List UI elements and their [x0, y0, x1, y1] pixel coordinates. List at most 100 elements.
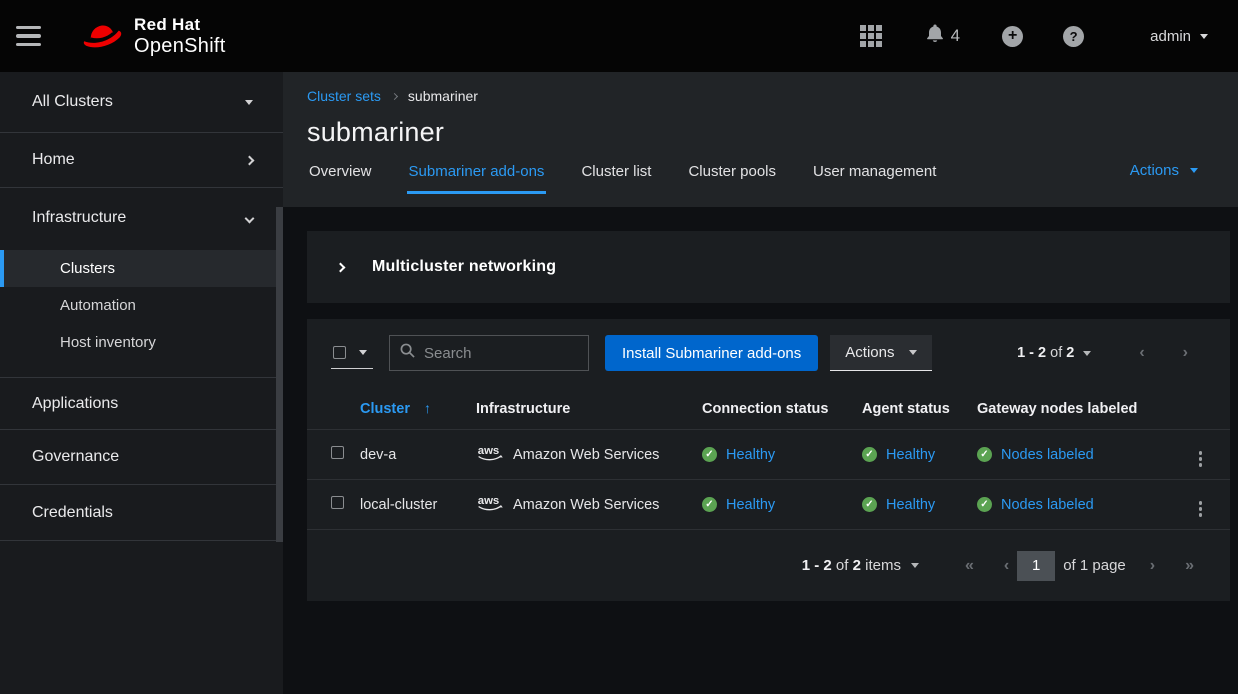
header-actions-cell [1168, 387, 1230, 430]
multicluster-networking-expandable[interactable]: Multicluster networking [307, 231, 1230, 303]
nav-toggle-hamburger-icon[interactable] [16, 16, 56, 56]
cluster-selector-dropdown[interactable]: All Clusters [0, 72, 283, 133]
table-header-row: Cluster↑ Infrastructure Connection statu… [307, 387, 1230, 430]
caret-down-icon [1190, 168, 1198, 173]
caret-down-icon [911, 563, 919, 568]
user-menu[interactable]: admin [1150, 28, 1208, 45]
table-row: local-cluster aws [307, 480, 1230, 530]
success-check-icon: ✓ [977, 447, 992, 462]
pagination-summary[interactable]: 1 - 2 of 2 [1017, 345, 1074, 361]
chevron-right-icon [336, 262, 346, 272]
page-title: submariner [307, 117, 1214, 148]
page-header: Cluster sets submariner submariner Overv… [283, 72, 1238, 207]
brand-line1: Red Hat [134, 15, 226, 35]
previous-page-chevron-icon[interactable]: ‹ [1139, 344, 1144, 362]
sidebar-item-label: Host inventory [60, 334, 156, 351]
row-checkbox[interactable] [331, 446, 344, 459]
tab-cluster-pools[interactable]: Cluster pools [686, 163, 778, 194]
gateway-nodes-link[interactable]: Nodes labeled [1001, 497, 1094, 513]
masthead: Red Hat OpenShift 4 + ? admin [0, 0, 1238, 72]
table-toolbar: Install Submariner add-ons Actions 1 - 2… [307, 335, 1230, 387]
sidebar-item-label: Governance [32, 448, 119, 466]
infrastructure-sub-list: Clusters Automation Host inventory [0, 248, 283, 378]
notifications-button[interactable]: 4 [926, 24, 960, 48]
page-number-input[interactable] [1017, 551, 1055, 581]
table-actions-dropdown[interactable]: Actions [830, 335, 932, 371]
pagination-items-summary[interactable]: 1 - 2 of 2 items [802, 557, 901, 574]
breadcrumb-separator-icon [392, 90, 397, 102]
sidebar-item-clusters[interactable]: Clusters [0, 250, 283, 287]
tab-submariner-add-ons[interactable]: Submariner add-ons [407, 163, 547, 194]
main-content: Cluster sets submariner submariner Overv… [283, 72, 1238, 694]
column-header-gateway-nodes[interactable]: Gateway nodes labeled [969, 387, 1168, 430]
chevron-down-icon [245, 213, 255, 223]
connection-status-link[interactable]: Healthy [726, 447, 775, 463]
aws-icon: aws [476, 493, 504, 517]
brand-line2: OpenShift [134, 35, 226, 58]
clusters-table: Cluster↑ Infrastructure Connection statu… [307, 387, 1230, 530]
column-header-connection-status[interactable]: Connection status [694, 387, 854, 430]
search-input[interactable] [424, 345, 578, 362]
search-icon [400, 343, 415, 363]
brand-logo[interactable]: Red Hat OpenShift [78, 15, 226, 58]
tab-overview[interactable]: Overview [307, 163, 374, 194]
create-plus-icon[interactable]: + [1002, 26, 1023, 47]
caret-down-icon [245, 100, 253, 105]
column-header-agent-status[interactable]: Agent status [854, 387, 969, 430]
app-launcher-icon[interactable] [860, 25, 882, 47]
gateway-nodes-link[interactable]: Nodes labeled [1001, 447, 1094, 463]
row-checkbox[interactable] [331, 496, 344, 509]
infrastructure-label: Amazon Web Services [513, 447, 659, 463]
column-header-infrastructure[interactable]: Infrastructure [468, 387, 694, 430]
sidebar-scrollbar-thumb[interactable] [276, 207, 283, 542]
last-page-icon[interactable]: » [1185, 557, 1194, 575]
header-checkbox-cell [307, 387, 352, 430]
first-page-icon[interactable]: « [965, 557, 974, 575]
sidebar-item-label: Automation [60, 297, 136, 314]
install-submariner-addons-button[interactable]: Install Submariner add-ons [605, 335, 818, 371]
connection-status-link[interactable]: Healthy [726, 497, 775, 513]
table-row: dev-a aws [307, 430, 1230, 480]
cluster-name-cell: dev-a [352, 430, 468, 480]
bulk-select-dropdown[interactable] [331, 338, 373, 369]
next-page-icon[interactable]: › [1150, 557, 1155, 575]
aws-icon: aws [476, 443, 504, 467]
user-name: admin [1150, 28, 1191, 45]
sidebar-item-applications[interactable]: Applications [0, 378, 283, 430]
sidebar-item-automation[interactable]: Automation [0, 287, 283, 324]
bell-icon [926, 24, 944, 48]
sidebar-item-credentials[interactable]: Credentials [0, 485, 283, 541]
cluster-name-cell: local-cluster [352, 480, 468, 530]
breadcrumb-link-cluster-sets[interactable]: Cluster sets [307, 88, 381, 104]
row-kebab-menu-icon[interactable] [1199, 501, 1203, 517]
sidebar-item-label: Clusters [60, 260, 115, 277]
bulk-select-checkbox[interactable] [333, 346, 346, 359]
svg-text:aws: aws [478, 444, 499, 456]
success-check-icon: ✓ [862, 497, 877, 512]
next-page-chevron-icon[interactable]: › [1183, 344, 1188, 362]
sidebar-item-host-inventory[interactable]: Host inventory [0, 324, 283, 361]
tab-user-management[interactable]: User management [811, 163, 938, 194]
page-actions-label: Actions [1130, 162, 1179, 179]
sidebar-item-label: Home [32, 151, 75, 169]
chevron-right-icon [245, 155, 255, 165]
tab-cluster-list[interactable]: Cluster list [579, 163, 653, 194]
caret-down-icon [909, 350, 917, 355]
previous-page-icon[interactable]: ‹ [1004, 557, 1009, 575]
content-area: Multicluster networking [283, 207, 1238, 694]
column-header-cluster[interactable]: Cluster↑ [352, 387, 468, 430]
search-box [389, 335, 589, 371]
sidebar-item-home[interactable]: Home [0, 133, 283, 188]
agent-status-link[interactable]: Healthy [886, 497, 935, 513]
sidebar: All Clusters Home Infrastructure Cluster… [0, 72, 283, 694]
breadcrumb-current: submariner [408, 88, 478, 104]
sidebar-item-governance[interactable]: Governance [0, 430, 283, 485]
cluster-selector-label: All Clusters [32, 93, 113, 111]
sidebar-item-infrastructure[interactable]: Infrastructure [0, 188, 283, 248]
success-check-icon: ✓ [702, 447, 717, 462]
help-question-icon[interactable]: ? [1063, 26, 1084, 47]
agent-status-link[interactable]: Healthy [886, 447, 935, 463]
page-actions-dropdown[interactable]: Actions [1130, 162, 1198, 179]
redhat-fedora-icon [78, 18, 124, 55]
row-kebab-menu-icon[interactable] [1199, 451, 1203, 467]
